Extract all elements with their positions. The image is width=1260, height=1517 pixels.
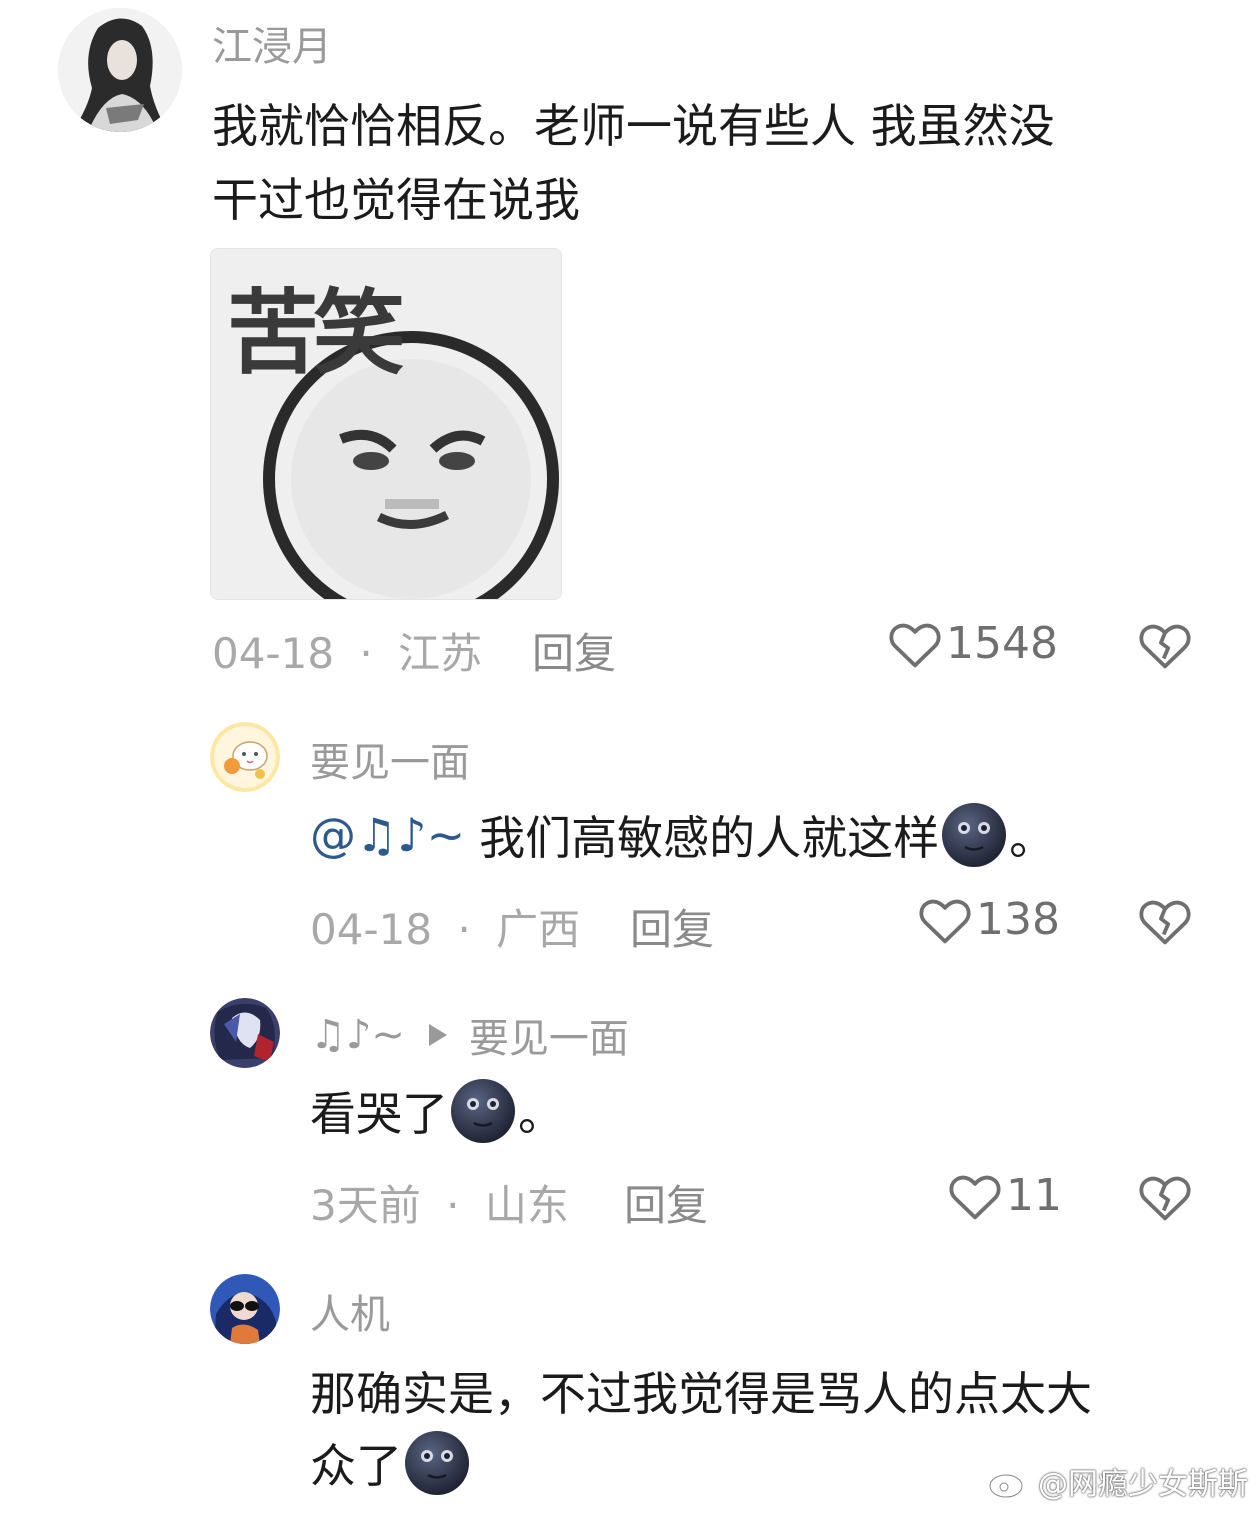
sticker-caption: 苦笑 [227,280,405,387]
comment-location: 山东 [484,1181,569,1230]
like-button[interactable]: 138 [918,894,1060,945]
reply-button[interactable]: 回复 [624,1172,708,1233]
comment-meta: 3天前 · 山东 [310,1172,569,1233]
reply-button[interactable]: 回复 [532,620,616,681]
watermark: @网瘾少女斯斯 [988,1459,1248,1503]
comment-text-line-1: 那确实是，不过我觉得是骂人的点太大 [310,1367,1092,1421]
avatar[interactable] [210,998,280,1068]
dislike-button[interactable] [1138,896,1192,950]
comment-meta: 04-18 · 广西 [310,896,580,957]
comment-location: 江苏 [398,629,483,678]
username[interactable]: ♫♪~ [310,1012,405,1058]
weibo-logo-icon [988,1466,1030,1499]
reply-button[interactable]: 回复 [630,896,714,957]
comment-body: 我们高敏感的人就这样 [479,811,940,865]
broken-heart-icon [1139,624,1191,669]
broken-heart-icon [1139,1176,1191,1221]
comment-body-end: 众了 [310,1439,402,1493]
heart-outline-icon [889,623,941,667]
reply-header: ♫♪~ 要见一面 [310,1006,629,1064]
comment-body: 看哭了 [310,1087,448,1141]
watermark-text: @网瘾少女斯斯 [1038,1467,1248,1502]
comment-text-line-1: 我就恰恰相反。老师一说有些人 我虽然没 [212,99,1055,153]
new-moon-face-emoji [942,803,1007,867]
sticker-image[interactable]: 苦笑 [210,248,562,600]
new-moon-face-emoji [451,1079,515,1143]
like-count: 1548 [946,618,1058,669]
avatar[interactable] [58,8,182,132]
comment-text: 看哭了 。 [310,1076,564,1146]
comment-text-line-2: 众了 [310,1428,472,1498]
like-button[interactable]: 11 [948,1170,1062,1221]
username[interactable]: 人机 [310,1282,390,1340]
comment-date: 04-18 [310,905,433,954]
avatar[interactable] [210,722,280,792]
username[interactable]: 江浸月 [212,14,332,72]
dislike-button[interactable] [1138,620,1192,674]
avatar[interactable] [210,1274,280,1344]
comment-text: @♫♪~ 我们高敏感的人就这样 。 [310,800,1055,870]
comment-meta: 04-18 · 江苏 [212,620,482,681]
reply-target-username[interactable]: 要见一面 [469,1006,629,1064]
like-count: 138 [976,894,1060,945]
meta-separator: · [457,905,471,954]
comment-text-line-2: 干过也觉得在说我 [212,173,580,227]
comment-date: 04-18 [212,629,335,678]
comment-punctuation: 。 [1009,811,1056,865]
like-button[interactable]: 1548 [888,618,1058,669]
dislike-button[interactable] [1138,1172,1192,1226]
comment-location: 广西 [496,905,581,954]
like-count: 11 [1006,1170,1062,1221]
mention-link[interactable]: @♫♪~ [310,808,465,862]
username[interactable]: 要见一面 [310,730,470,788]
meta-separator: · [446,1181,460,1230]
heart-outline-icon [919,899,971,943]
play-triangle-icon [428,1024,447,1046]
heart-outline-icon [949,1175,1001,1219]
comment-date: 3天前 [310,1181,421,1230]
meta-separator: · [359,629,373,678]
broken-heart-icon [1139,900,1191,945]
comment-punctuation: 。 [518,1087,564,1141]
new-moon-face-emoji [405,1431,469,1495]
